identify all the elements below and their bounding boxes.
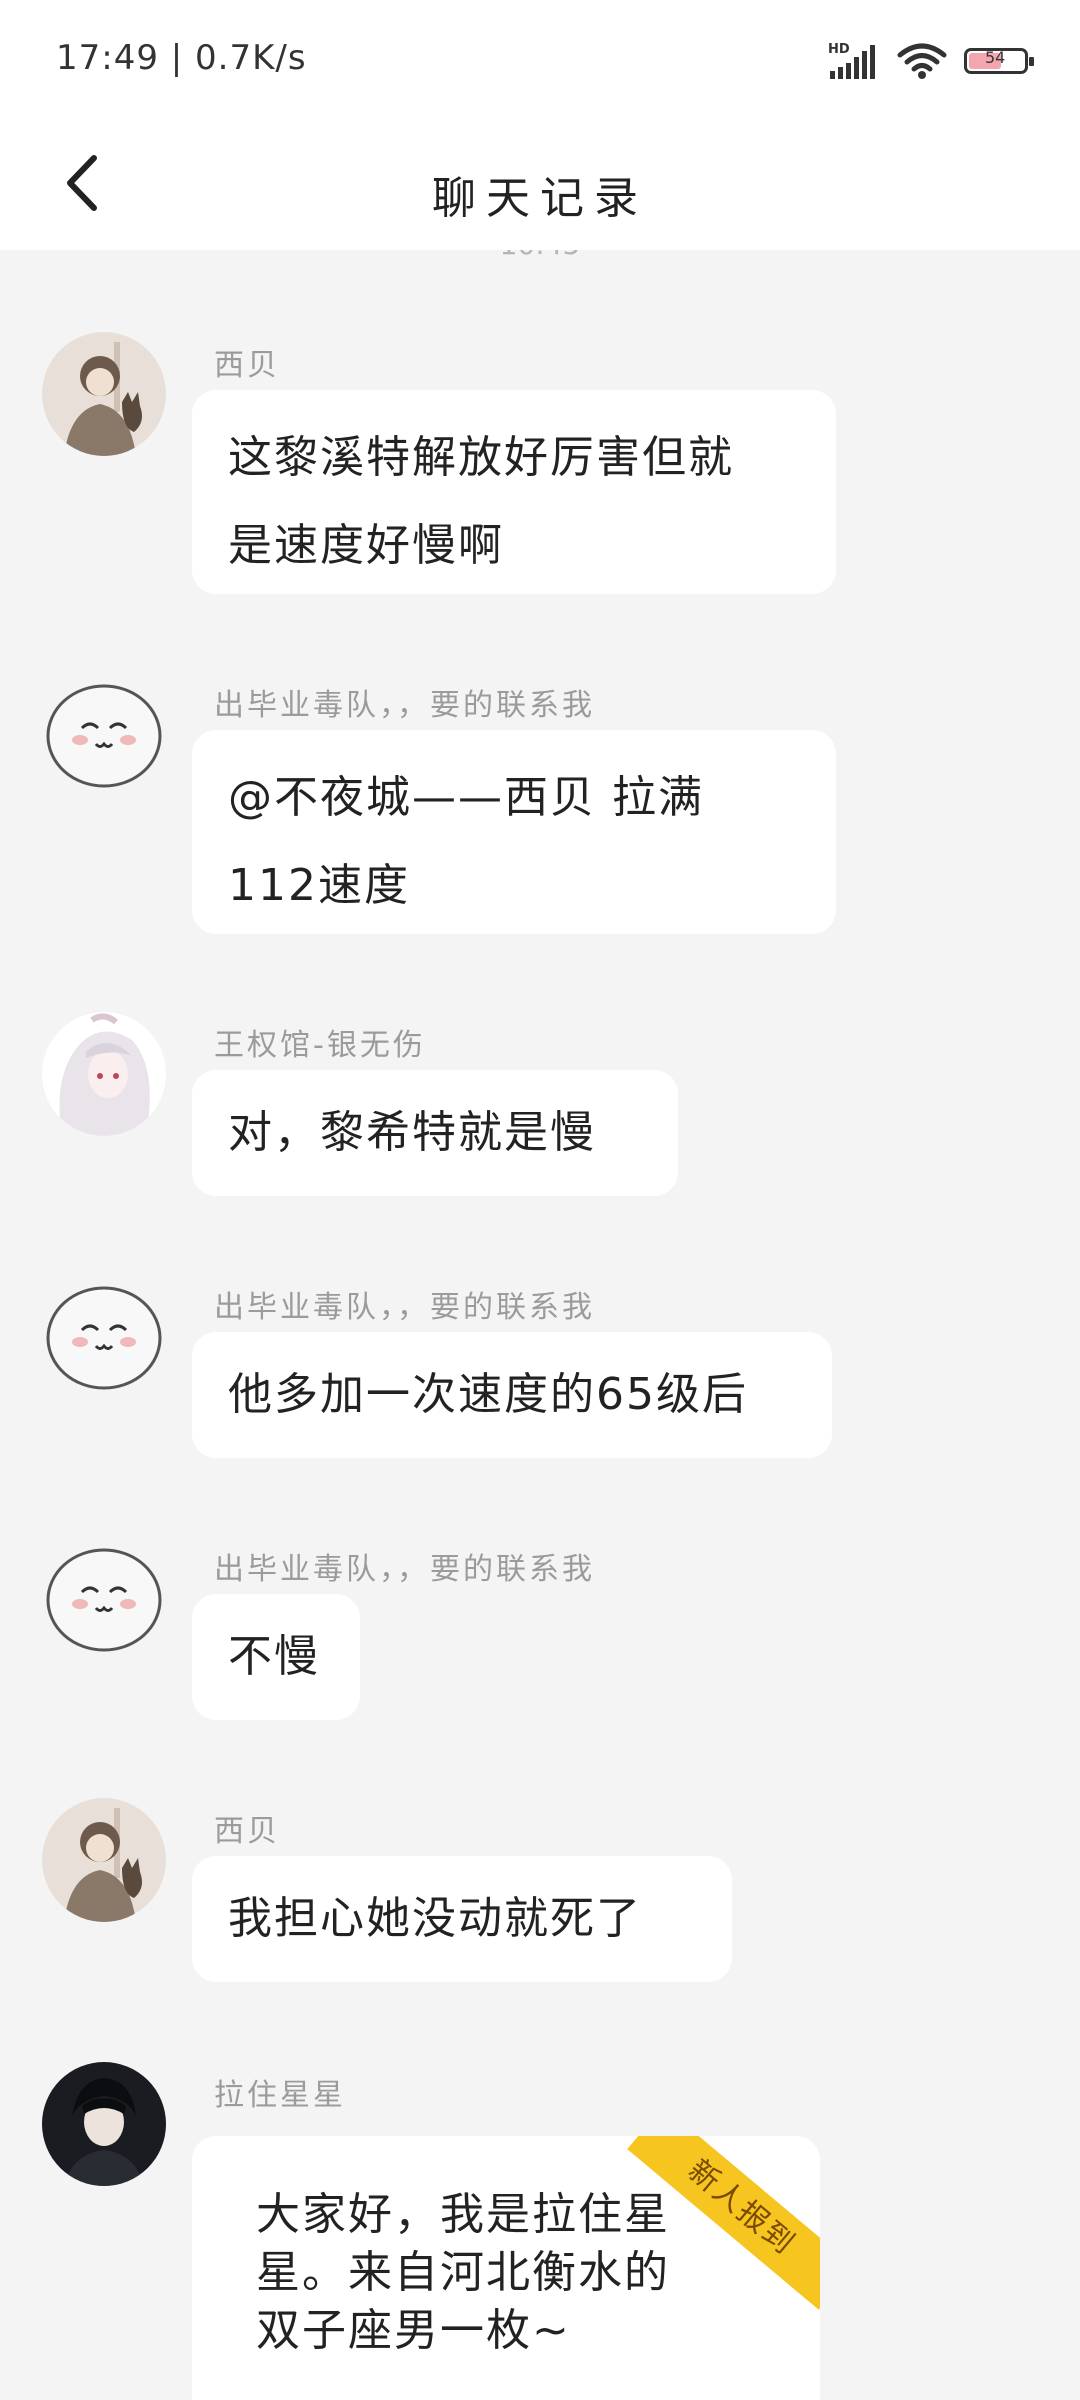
message-bubble[interactable]: 我担心她没动就死了 — [192, 1856, 732, 1982]
dark-hair-boy-avatar — [42, 2062, 166, 2186]
sender-name: 出毕业毒队，，要的联系我 — [214, 688, 595, 723]
boy-with-cat-avatar — [42, 1798, 166, 1922]
message-text: 这黎溪特解放好厉害但就 是速度好慢啊 — [228, 432, 734, 571]
avatar[interactable] — [42, 1798, 166, 1922]
chat-message-list[interactable]: 10:45 西贝 这黎溪特解放好厉害但就 是速度好慢啊 — [0, 250, 1080, 2400]
avatar[interactable] — [42, 1536, 166, 1660]
new-member-card[interactable]: 新人报到 大家好，我是拉住星 星。来自河北衡水的 双子座男一枚~ — [192, 2136, 820, 2400]
time-divider: 10:45 — [0, 250, 1080, 261]
avatar[interactable] — [42, 1012, 166, 1136]
sender-name: 出毕业毒队，，要的联系我 — [214, 1290, 595, 1325]
battery-icon: 54 — [964, 48, 1034, 74]
sender-name: 出毕业毒队，，要的联系我 — [214, 1552, 595, 1587]
message-text: 对，黎希特就是慢 — [228, 1107, 596, 1158]
message-bubble[interactable]: 对，黎希特就是慢 — [192, 1070, 678, 1196]
status-time: 17:49 | 0.7K/s — [56, 38, 307, 78]
message-text: 不慢 — [228, 1631, 320, 1682]
nav-bar: 聊天记录 — [0, 120, 1080, 250]
message-text: 他多加一次速度的65级后 — [228, 1369, 748, 1420]
white-hair-girl-avatar — [42, 1012, 166, 1136]
sender-name: 西贝 — [214, 348, 280, 383]
white-bun-avatar — [42, 1274, 166, 1398]
battery-level: 54 — [985, 48, 1006, 67]
message-text: 大家好，我是拉住星 星。来自河北衡水的 双子座男一枚~ — [256, 2189, 670, 2356]
sender-name: 西贝 — [214, 1814, 280, 1849]
avatar[interactable] — [42, 2062, 166, 2186]
message-text: @不夜城——西贝 拉满 112速度 — [228, 772, 704, 911]
signal-icon: HD — [828, 42, 875, 79]
sender-name: 王权馆-银无伤 — [214, 1028, 426, 1063]
message-bubble[interactable]: 他多加一次速度的65级后 — [192, 1332, 832, 1458]
svg-text:HD: HD — [828, 42, 850, 57]
page-title: 聊天记录 — [432, 173, 648, 224]
boy-with-cat-avatar — [42, 332, 166, 456]
white-bun-avatar — [42, 1536, 166, 1660]
message-bubble[interactable]: @不夜城——西贝 拉满 112速度 — [192, 730, 836, 934]
sender-name: 拉住星星 — [214, 2078, 346, 2113]
status-bar: 17:49 | 0.7K/s HD 54 — [0, 0, 1080, 120]
avatar[interactable] — [42, 332, 166, 456]
avatar[interactable] — [42, 1274, 166, 1398]
message-text: 我担心她没动就死了 — [228, 1893, 642, 1944]
message-bubble[interactable]: 这黎溪特解放好厉害但就 是速度好慢啊 — [192, 390, 836, 594]
status-icons: HD 54 — [828, 36, 1034, 86]
message-bubble[interactable]: 不慢 — [192, 1594, 360, 1720]
wifi-icon — [897, 43, 947, 79]
avatar[interactable] — [42, 672, 166, 796]
white-bun-avatar — [42, 672, 166, 796]
